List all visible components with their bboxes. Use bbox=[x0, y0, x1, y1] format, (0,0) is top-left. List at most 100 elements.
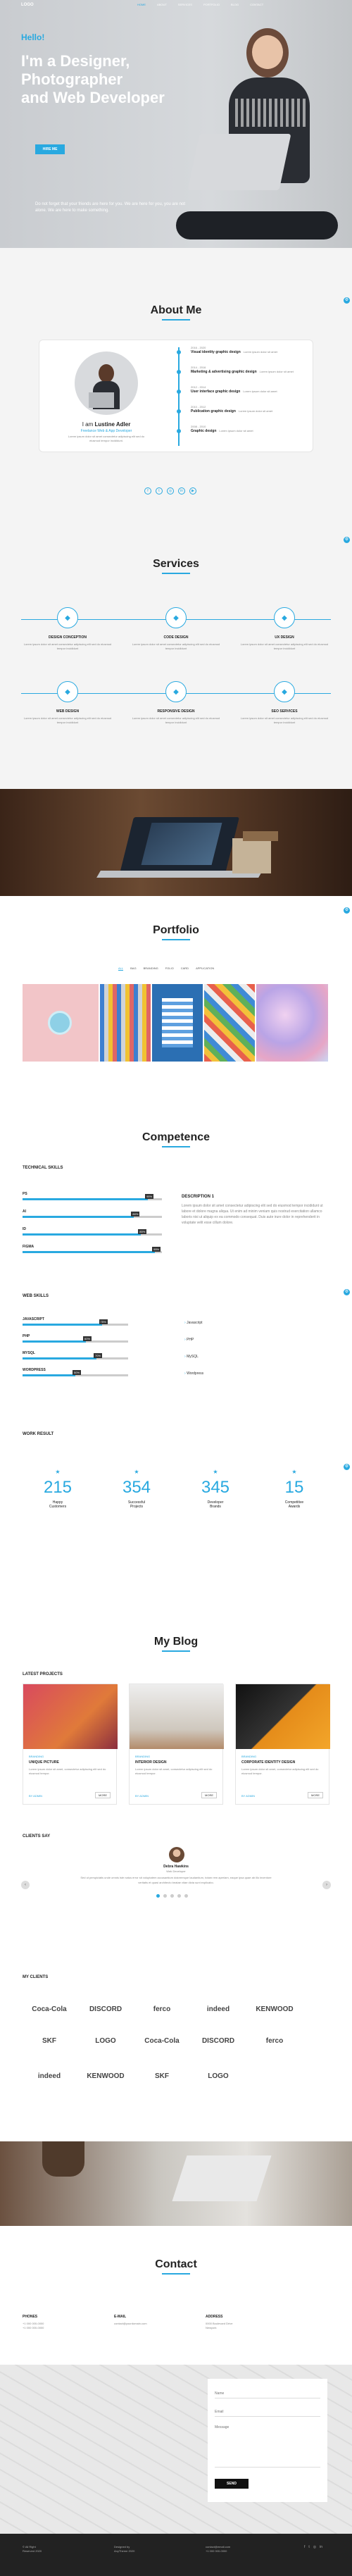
blog-more-button[interactable]: MORE bbox=[95, 1792, 111, 1798]
blog-more-button[interactable]: MORE bbox=[308, 1792, 323, 1798]
client-logo[interactable]: DISCORD bbox=[191, 2037, 245, 2045]
client-logo[interactable]: SKF bbox=[135, 2072, 189, 2080]
client-logo[interactable]: indeed bbox=[23, 2072, 76, 2080]
settings-icon[interactable]: ⚙ bbox=[344, 1289, 350, 1295]
about-title: About Me bbox=[150, 304, 202, 316]
form-email-input[interactable] bbox=[215, 2407, 320, 2417]
portfolio-section: ⚙ Portfolio ALL BAG BRANDING FOLIO CARD APPLI… bbox=[0, 896, 352, 1106]
form-message-input[interactable] bbox=[215, 2425, 320, 2468]
portfolio-item[interactable] bbox=[100, 984, 151, 1062]
footer: © All Right Reserved 2020 Designed by An… bbox=[0, 2534, 352, 2576]
skill-bar-fill bbox=[23, 1216, 134, 1218]
linkedin-icon[interactable]: in bbox=[178, 487, 185, 494]
client-logo[interactable]: indeed bbox=[191, 2005, 245, 2013]
filter-bag[interactable]: BAG bbox=[130, 966, 136, 971]
competence-title: Competence bbox=[142, 1131, 210, 1143]
blog-post-card: BRANDING UNIQUE PICTURE Lorem ipsum dolor … bbox=[23, 1684, 118, 1805]
avatar bbox=[75, 351, 138, 415]
portfolio-item[interactable] bbox=[152, 984, 203, 1062]
youtube-icon[interactable]: ▶ bbox=[189, 487, 196, 494]
form-name-input[interactable] bbox=[215, 2389, 320, 2398]
filter-application[interactable]: APPLICATION bbox=[196, 966, 214, 971]
settings-icon[interactable]: ⚙ bbox=[344, 907, 350, 914]
client-logo[interactable]: ferco bbox=[135, 2005, 189, 2013]
nav-item-portfolio[interactable]: PORTFOLIO bbox=[203, 3, 220, 6]
portfolio-title: Portfolio bbox=[153, 924, 199, 936]
competence-section: Competence ⚙ ⚙ TECHNICAL SKILLS PS 90% AI 8… bbox=[0, 1106, 352, 1636]
client-logo[interactable]: DISCORD bbox=[79, 2005, 132, 2013]
timeline-item: 2008 - 2010 Graphic design Lorem ipsum dol… bbox=[177, 425, 307, 444]
carousel-dot[interactable] bbox=[184, 1894, 188, 1898]
nav-item-blog[interactable]: BLOG bbox=[231, 3, 239, 6]
portfolio-item[interactable] bbox=[23, 984, 99, 1062]
next-arrow-icon[interactable]: › bbox=[322, 1881, 331, 1889]
portfolio-item[interactable] bbox=[204, 984, 255, 1062]
result-item: ★ 354 Successful Projects bbox=[101, 1469, 172, 1509]
desk-banner bbox=[0, 2141, 352, 2226]
client-logo[interactable]: ferco bbox=[248, 2037, 301, 2045]
web-skill-list-item: › Javascript bbox=[184, 1321, 203, 1325]
testimonial-role: Web Developer bbox=[166, 1869, 186, 1873]
instagram-icon[interactable]: ◎ bbox=[313, 2545, 316, 2549]
hire-me-button[interactable]: HIRE ME bbox=[35, 144, 65, 154]
carousel-dot[interactable] bbox=[163, 1894, 167, 1898]
contact-email-link[interactable]: contact@yourdomain.com bbox=[114, 2322, 147, 2325]
hero-text: Do not forget that your friends are here… bbox=[35, 202, 186, 213]
hero-section: Hello! I'm a Designer, Photographer and … bbox=[0, 0, 352, 248]
nav-item-contact[interactable]: CONTACT bbox=[250, 3, 263, 6]
nav-item-services[interactable]: SERVICES bbox=[178, 3, 192, 6]
skill-bar-fill bbox=[23, 1357, 96, 1359]
carousel-dot[interactable] bbox=[170, 1894, 174, 1898]
skill-bar bbox=[23, 1357, 128, 1359]
settings-icon[interactable]: ⚙ bbox=[344, 537, 350, 543]
email-label: E-MAIL bbox=[114, 2315, 127, 2319]
filter-all[interactable]: ALL bbox=[118, 966, 124, 971]
blog-post-image[interactable] bbox=[130, 1684, 224, 1749]
carousel-dot[interactable] bbox=[156, 1894, 160, 1898]
work-result-heading: WORK RESULT bbox=[23, 1432, 54, 1436]
client-logo[interactable]: SKF bbox=[23, 2037, 76, 2045]
blog-title: My Blog bbox=[153, 1636, 199, 1648]
facebook-icon[interactable]: f bbox=[144, 487, 151, 494]
service-icon: ◆ bbox=[57, 681, 78, 702]
service-icon: ◆ bbox=[274, 681, 295, 702]
settings-icon[interactable]: ⚙ bbox=[344, 297, 350, 304]
description-text: Lorem ipsum dolor sit amet consectetur a… bbox=[182, 1204, 323, 1225]
client-logo[interactable]: KENWOOD bbox=[248, 2005, 301, 2013]
carousel-dot[interactable] bbox=[177, 1894, 181, 1898]
service-item: ◆ SEO SERVICES Lorem ipsum dolor sit amet … bbox=[238, 681, 331, 725]
form-send-button[interactable]: SEND bbox=[215, 2479, 249, 2489]
nav-item-about[interactable]: ABOUT bbox=[157, 3, 167, 6]
linkedin-icon[interactable]: in bbox=[320, 2545, 322, 2549]
client-logo[interactable]: Coca-Cola bbox=[135, 2037, 189, 2045]
about-card: I am Lustine Adler Freelance Web & App D… bbox=[39, 340, 313, 452]
blog-post-image[interactable] bbox=[236, 1684, 330, 1749]
twitter-icon[interactable]: t bbox=[308, 2545, 309, 2549]
filter-card[interactable]: CARD bbox=[181, 966, 189, 971]
client-logo[interactable]: KENWOOD bbox=[79, 2072, 132, 2080]
filter-branding[interactable]: BRANDING bbox=[144, 966, 158, 971]
facebook-icon[interactable]: f bbox=[304, 2545, 305, 2549]
twitter-icon[interactable]: t bbox=[156, 487, 163, 494]
blog-more-button[interactable]: MORE bbox=[201, 1792, 217, 1798]
client-logo[interactable]: LOGO bbox=[79, 2037, 132, 2045]
result-item: ★ 345 Developer Brands bbox=[180, 1469, 251, 1509]
prev-arrow-icon[interactable]: ‹ bbox=[21, 1881, 30, 1889]
site-logo[interactable]: LOGO bbox=[21, 3, 34, 7]
instagram-icon[interactable]: ◎ bbox=[167, 487, 174, 494]
timeline-dot bbox=[177, 409, 181, 413]
skill-bar-fill bbox=[23, 1233, 142, 1236]
blog-post-image[interactable] bbox=[23, 1684, 118, 1749]
filter-folio[interactable]: FOLIO bbox=[165, 966, 174, 971]
laptop-banner bbox=[0, 789, 352, 896]
skill-bar bbox=[23, 1216, 162, 1218]
nav-item-home[interactable]: HOME bbox=[137, 3, 146, 6]
client-logo[interactable]: Coca-Cola bbox=[23, 2005, 76, 2013]
client-logo[interactable]: LOGO bbox=[191, 2072, 245, 2080]
services-title: Services bbox=[153, 558, 199, 570]
portfolio-item[interactable] bbox=[256, 984, 328, 1062]
skill-bar bbox=[23, 1340, 128, 1343]
web-skill-list-item: › MySQL bbox=[184, 1355, 199, 1359]
service-icon: ◆ bbox=[274, 607, 295, 628]
settings-icon[interactable]: ⚙ bbox=[344, 1464, 350, 1470]
